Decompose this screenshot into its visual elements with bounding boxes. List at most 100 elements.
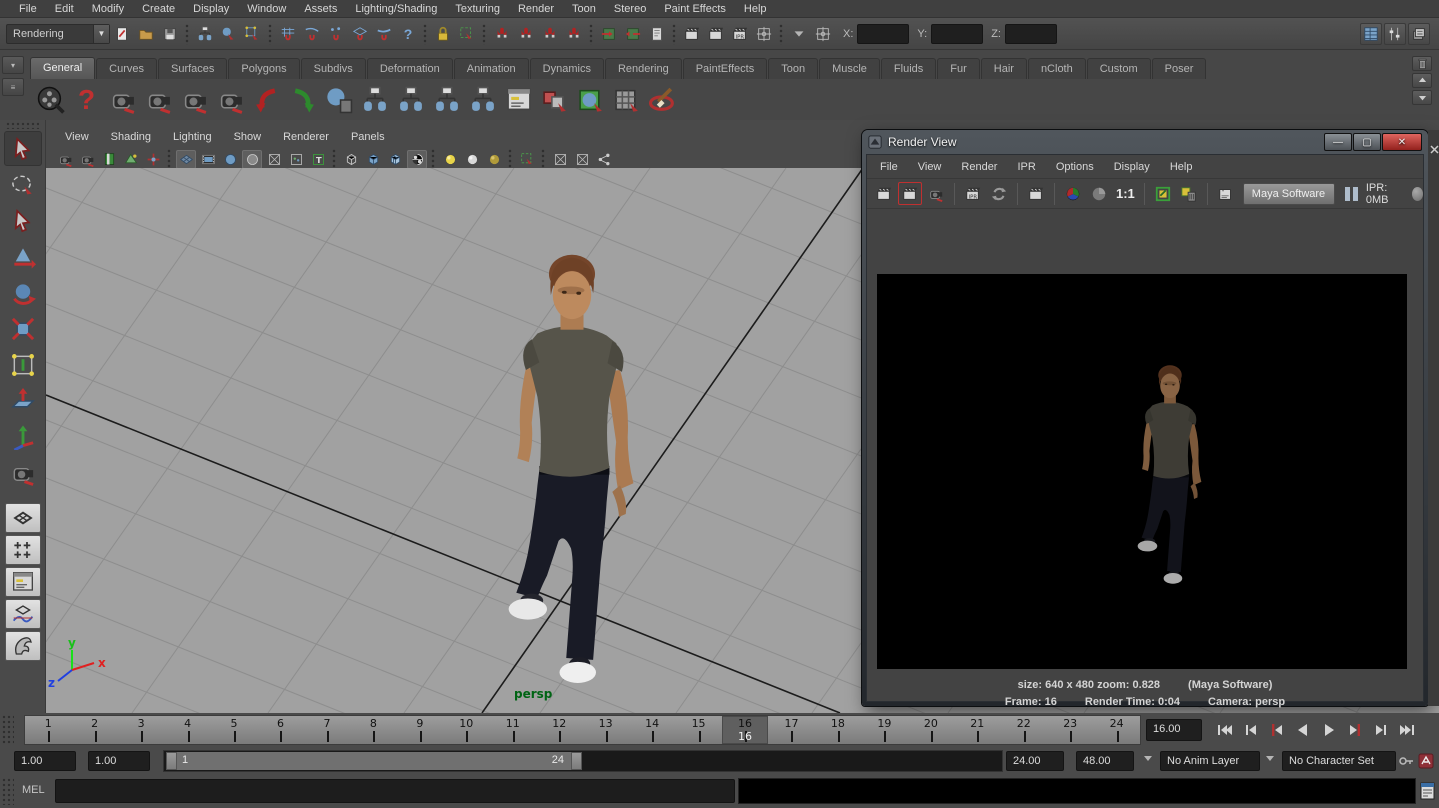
gate-mask-icon[interactable]	[242, 150, 262, 169]
green-arrow-icon[interactable]	[286, 84, 319, 117]
menu-set-selector[interactable]: Rendering ▼	[6, 24, 110, 44]
step-forward-frame-icon[interactable]	[1368, 717, 1394, 742]
poly-grid-icon[interactable]	[610, 84, 643, 117]
menu-texturing[interactable]: Texturing	[446, 0, 509, 18]
frame-23[interactable]: 23	[1047, 716, 1093, 744]
frame-11[interactable]: 11	[490, 716, 536, 744]
exposure-icon[interactable]	[594, 150, 614, 169]
sphere-cube-icon[interactable]	[574, 84, 607, 117]
refresh-icon[interactable]	[987, 182, 1011, 205]
frame-2[interactable]: 2	[71, 716, 117, 744]
shelf-tab-polygons[interactable]: Polygons	[228, 58, 299, 79]
ipr-render-icon[interactable]: IPR	[961, 182, 985, 205]
shelf-tab-fur[interactable]: Fur	[937, 58, 980, 79]
shelf-tab-poser[interactable]: Poser	[1152, 58, 1207, 79]
paint-select-tool-icon[interactable]	[4, 203, 42, 238]
lasso-tool-icon[interactable]	[4, 167, 42, 202]
lock-selection-icon[interactable]	[432, 23, 454, 45]
y-field[interactable]	[931, 24, 983, 44]
mel-label[interactable]: MEL	[22, 784, 45, 796]
play-forwards-icon[interactable]	[1316, 717, 1342, 742]
frame-18[interactable]: 18	[815, 716, 861, 744]
shelf-tab-ncloth[interactable]: nCloth	[1028, 58, 1086, 79]
set-key-icon[interactable]	[1399, 754, 1415, 768]
shelf-tab-general[interactable]: General	[30, 57, 95, 79]
rotate-tool-icon[interactable]	[4, 275, 42, 310]
save-scene-icon[interactable]	[159, 23, 181, 45]
scale-tool-icon[interactable]	[4, 311, 42, 346]
scroll-up-icon[interactable]	[1412, 73, 1432, 88]
select-tool-icon[interactable]	[4, 131, 42, 166]
camera-dolly-icon[interactable]	[178, 84, 211, 117]
shelf-tab-animation[interactable]: Animation	[454, 58, 529, 79]
paint-icon[interactable]	[646, 84, 679, 117]
paint-effects-layout-icon[interactable]	[5, 631, 41, 661]
region-render-icon[interactable]	[1024, 182, 1048, 205]
magnet-input-icon[interactable]	[491, 23, 513, 45]
shelf-tab-muscle[interactable]: Muscle	[819, 58, 880, 79]
frame-1[interactable]: 1	[25, 716, 71, 744]
frame-24[interactable]: 24	[1093, 716, 1139, 744]
center-pivot-icon[interactable]	[812, 23, 834, 45]
menu-window[interactable]: Window	[238, 0, 295, 18]
open-scene-icon[interactable]	[135, 23, 157, 45]
show-manipulator-icon[interactable]	[4, 419, 42, 454]
close-button[interactable]: ✕	[1382, 133, 1422, 151]
minimize-button[interactable]: —	[1324, 133, 1352, 151]
four-pane-layout-icon[interactable]	[5, 535, 41, 565]
panel-menu-panels[interactable]: Panels	[342, 128, 394, 146]
render-icon[interactable]	[872, 182, 896, 205]
isolate-select-icon[interactable]	[517, 150, 537, 169]
shelf-tab-dynamics[interactable]: Dynamics	[530, 58, 604, 79]
camera-pan-icon[interactable]	[142, 84, 175, 117]
last-tool-icon[interactable]	[4, 455, 42, 490]
frame-8[interactable]: 8	[350, 716, 396, 744]
camera-attributes-icon[interactable]	[77, 150, 97, 169]
soft-modification-icon[interactable]	[4, 383, 42, 418]
shelf-tab-custom[interactable]: Custom	[1087, 58, 1151, 79]
frame-9[interactable]: 9	[397, 716, 443, 744]
magnet-history-icon[interactable]	[539, 23, 561, 45]
camera-select-icon[interactable]	[55, 150, 75, 169]
shelf-menu-icon[interactable]: ≡	[2, 78, 24, 96]
render-current-icon[interactable]	[705, 23, 727, 45]
no-lighting-icon[interactable]	[484, 150, 504, 169]
script-editor-icon[interactable]	[1419, 780, 1436, 802]
open-script-icon[interactable]: “	[1214, 182, 1238, 205]
render-view-icon[interactable]	[681, 23, 703, 45]
panel-menu-renderer[interactable]: Renderer	[274, 128, 338, 146]
menu-file[interactable]: File	[10, 0, 46, 18]
wireframe-icon[interactable]	[341, 150, 361, 169]
hierarchy-icon-3[interactable]	[430, 84, 463, 117]
frame-20[interactable]: 20	[908, 716, 954, 744]
frame-21[interactable]: 21	[954, 716, 1000, 744]
notes-icon[interactable]	[646, 23, 668, 45]
use-all-lights-icon[interactable]	[407, 150, 427, 169]
select-hierarchy-icon[interactable]	[194, 23, 216, 45]
frame-7[interactable]: 7	[304, 716, 350, 744]
anim-layer-dropdown-icon[interactable]	[1144, 756, 1152, 761]
menu-edit[interactable]: Edit	[46, 0, 83, 18]
hierarchy-icon-1[interactable]	[358, 84, 391, 117]
xray-joints-icon[interactable]	[572, 150, 592, 169]
rendered-image[interactable]	[877, 274, 1407, 669]
quick-help-icon[interactable]: ?	[397, 23, 419, 45]
rv-menu-render[interactable]: Render	[952, 158, 1006, 176]
render-settings-icon[interactable]	[753, 23, 775, 45]
playback-range-bar[interactable]: 1 24	[166, 752, 582, 770]
snapshot-camera-icon[interactable]	[924, 182, 948, 205]
frame-13[interactable]: 13	[582, 716, 628, 744]
x-field[interactable]	[857, 24, 909, 44]
snap-plane-icon[interactable]	[349, 23, 371, 45]
frame-ruler[interactable]: 1234567891011121314151616171819202122232…	[24, 715, 1141, 745]
tool-settings-icon[interactable]	[1384, 23, 1406, 45]
redo-render-icon[interactable]	[898, 182, 922, 205]
rv-menu-ipr[interactable]: IPR	[1008, 158, 1044, 176]
highlight-selection-icon[interactable]	[456, 23, 478, 45]
xray-icon[interactable]	[550, 150, 570, 169]
shelf-tab-rendering[interactable]: Rendering	[605, 58, 682, 79]
step-back-frame-icon[interactable]	[1238, 717, 1264, 742]
duplicate-cube-icon[interactable]	[538, 84, 571, 117]
command-line-grip[interactable]	[2, 778, 14, 805]
shelf-tab-surfaces[interactable]: Surfaces	[158, 58, 227, 79]
